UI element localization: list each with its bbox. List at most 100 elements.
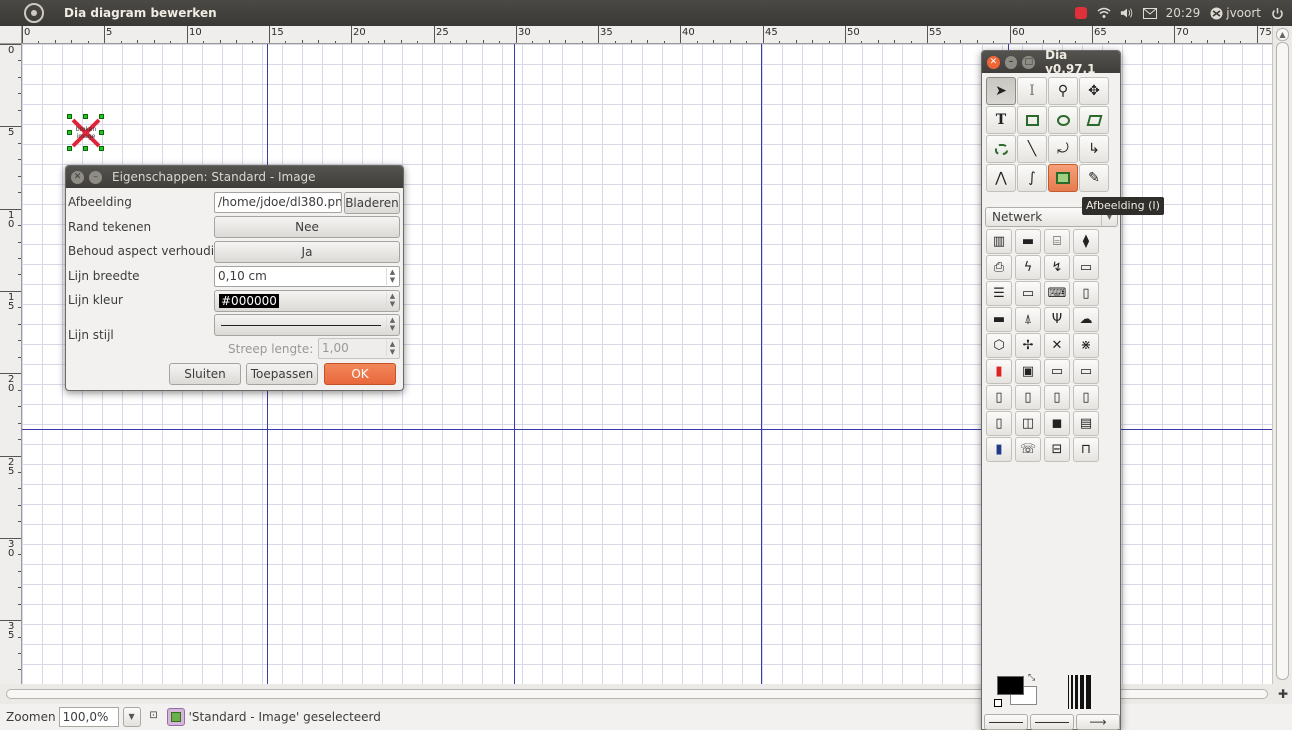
radio-shape-icon[interactable]: Ψ — [1044, 307, 1070, 332]
switch-shape-icon[interactable]: ▭ — [1015, 281, 1041, 306]
reset-colors-icon[interactable] — [994, 699, 1002, 707]
close-icon[interactable]: ✕ — [987, 55, 1000, 69]
telephone-shape-icon[interactable]: ☏ — [1015, 437, 1041, 462]
minimize-icon[interactable]: – — [89, 170, 102, 184]
spin-arrows-icon[interactable]: ▲ ▼ — [386, 268, 398, 285]
maximize-icon[interactable]: □ — [1022, 55, 1036, 69]
toolbox-titlebar[interactable]: ✕ – □ Dia v0.97.1 — [982, 48, 1120, 76]
apply-button[interactable]: Toepassen — [246, 363, 318, 385]
vertical-scrollbar[interactable]: ▲ — [1272, 26, 1292, 684]
tower-shape-icon[interactable]: ▯ — [1073, 281, 1099, 306]
volume-icon[interactable] — [1120, 6, 1134, 20]
line-style-picker[interactable]: ▲ ▼ — [214, 314, 400, 336]
bezier-line-tool-icon[interactable]: ∫ — [1017, 164, 1047, 192]
dialog-titlebar[interactable]: ✕ – Eigenschappen: Standard - Image — [66, 166, 403, 188]
foreground-color-swatch[interactable] — [997, 676, 1024, 695]
monitor-shape-icon[interactable]: ▬ — [1015, 229, 1041, 254]
modem-shape-icon[interactable]: ▭ — [1073, 255, 1099, 280]
selection-handle[interactable] — [67, 114, 72, 119]
update-indicator-icon[interactable] — [1074, 6, 1088, 20]
line-type-selector[interactable] — [1030, 714, 1074, 730]
selection-handle[interactable] — [67, 130, 72, 135]
start-arrow-selector[interactable] — [984, 714, 1028, 730]
scroll-up-icon[interactable]: ▲ — [1276, 28, 1289, 41]
flat-shape-icon[interactable]: ▭ — [1044, 359, 1070, 384]
browse-button[interactable]: Bladeren — [344, 192, 400, 214]
firewall-shape-icon[interactable]: ⋇ — [1073, 333, 1099, 358]
line-color-picker[interactable]: #000000 ▲ ▼ — [214, 290, 400, 312]
pc-tower-shape-icon[interactable]: ▯ — [986, 385, 1012, 410]
hexagon-shape-icon[interactable]: ⬡ — [986, 333, 1012, 358]
printer-shape-icon[interactable]: ⎙ — [986, 255, 1012, 280]
ok-button[interactable]: OK — [324, 363, 396, 385]
pc-tower-4-shape-icon[interactable]: ▯ — [1073, 385, 1099, 410]
workstation-shape-icon[interactable]: ▣ — [1015, 359, 1041, 384]
zoom-input[interactable]: 100,0% — [58, 706, 119, 727]
navigate-icon[interactable]: ✚ — [1278, 687, 1288, 701]
window-shape-icon[interactable]: ▤ — [1073, 411, 1099, 436]
end-arrow-selector[interactable]: ⟶ — [1076, 714, 1120, 730]
power-icon[interactable] — [1270, 6, 1284, 20]
close-icon[interactable]: ✕ — [71, 170, 84, 184]
close-button[interactable]: Sluiten — [169, 363, 241, 385]
draw-border-toggle[interactable]: Nee — [214, 216, 400, 238]
polyline-tool-icon[interactable]: ⋀ — [986, 164, 1016, 192]
spin-arrows-icon[interactable]: ▲ ▼ — [386, 292, 398, 310]
bolt-shape-icon[interactable]: ↯ — [1044, 255, 1070, 280]
image-object[interactable]: broken image — [67, 114, 104, 151]
arc-tool-icon[interactable]: ⤾ — [1048, 135, 1078, 163]
antenna-shape-icon[interactable]: ⍋ — [1015, 307, 1041, 332]
zoom-dropdown-icon[interactable]: ▼ — [122, 706, 141, 727]
floppy-shape-icon[interactable]: ◫ — [1015, 411, 1041, 436]
line-width-spinner[interactable]: 0,10 cm ▲ ▼ — [214, 266, 400, 287]
zigzag-line-tool-icon[interactable]: ↳ — [1079, 135, 1109, 163]
keep-aspect-toggle[interactable]: Ja — [214, 241, 400, 263]
desk-shape-icon[interactable]: ⊓ — [1073, 437, 1099, 462]
server-shape-icon[interactable]: ▥ — [986, 229, 1012, 254]
rack-shape-icon[interactable]: ☰ — [986, 281, 1012, 306]
clock[interactable]: 20:29 — [1166, 6, 1201, 20]
text-edit-tool-icon[interactable]: I — [1017, 77, 1047, 105]
pc-tower-5-shape-icon[interactable]: ▯ — [986, 411, 1012, 436]
keyboard-shape-icon[interactable]: ⌨ — [1044, 281, 1070, 306]
selection-handle[interactable] — [99, 146, 104, 151]
selection-handle[interactable] — [83, 114, 88, 119]
cross-shape-icon[interactable]: ✕ — [1044, 333, 1070, 358]
pc-tower-2-shape-icon[interactable]: ▯ — [1015, 385, 1041, 410]
ubuntu-logo-icon[interactable] — [24, 3, 44, 23]
vertical-scroll-thumb[interactable] — [1276, 42, 1289, 680]
spin-arrows-icon[interactable]: ▲ ▼ — [386, 316, 398, 334]
pointer-tool-icon[interactable]: ➤ — [986, 77, 1016, 105]
beziergon-tool-icon[interactable] — [986, 135, 1016, 163]
ellipse-tool-icon[interactable] — [1048, 106, 1078, 134]
minimize-icon[interactable]: – — [1004, 55, 1018, 69]
text-tool-icon[interactable]: T — [986, 106, 1016, 134]
box-tool-icon[interactable] — [1017, 106, 1047, 134]
snap-to-grid-icon[interactable]: ⊡ — [147, 710, 161, 724]
router-shape-icon[interactable]: ✢ — [1015, 333, 1041, 358]
cloud-shape-icon[interactable]: ☁ — [1073, 307, 1099, 332]
selection-handle[interactable] — [83, 146, 88, 151]
mail-icon[interactable] — [1142, 6, 1157, 20]
image-path-field[interactable]: /home/jdoe/dl380.png — [214, 192, 342, 213]
selection-handle[interactable] — [99, 114, 104, 119]
hub-shape-icon[interactable]: ⧫ — [1073, 229, 1099, 254]
bar-shape-icon[interactable]: ▬ — [986, 307, 1012, 332]
line-width-selector[interactable] — [1068, 675, 1102, 709]
selection-handle[interactable] — [99, 130, 104, 135]
pc-tower-3-shape-icon[interactable]: ▯ — [1044, 385, 1070, 410]
scanner-shape-icon[interactable]: ⊟ — [1044, 437, 1070, 462]
color-selector[interactable]: ⤡ — [994, 673, 1044, 713]
ups-shape-icon[interactable]: ▮ — [986, 359, 1012, 384]
tape-shape-icon[interactable]: ▭ — [1073, 359, 1099, 384]
line-tool-icon[interactable]: ╲ — [1017, 135, 1047, 163]
magnify-tool-icon[interactable]: ⚲ — [1048, 77, 1078, 105]
image-tool-icon[interactable] — [1048, 164, 1078, 192]
selection-handle[interactable] — [67, 146, 72, 151]
disk-shape-icon[interactable]: ⌸ — [1044, 229, 1070, 254]
swap-colors-icon[interactable]: ⤡ — [1028, 673, 1035, 683]
wifi-icon[interactable] — [1097, 6, 1111, 20]
user-name[interactable]: jvoort — [1226, 6, 1261, 20]
floppy-2-shape-icon[interactable]: ◼ — [1044, 411, 1070, 436]
polygon-tool-icon[interactable] — [1079, 106, 1109, 134]
